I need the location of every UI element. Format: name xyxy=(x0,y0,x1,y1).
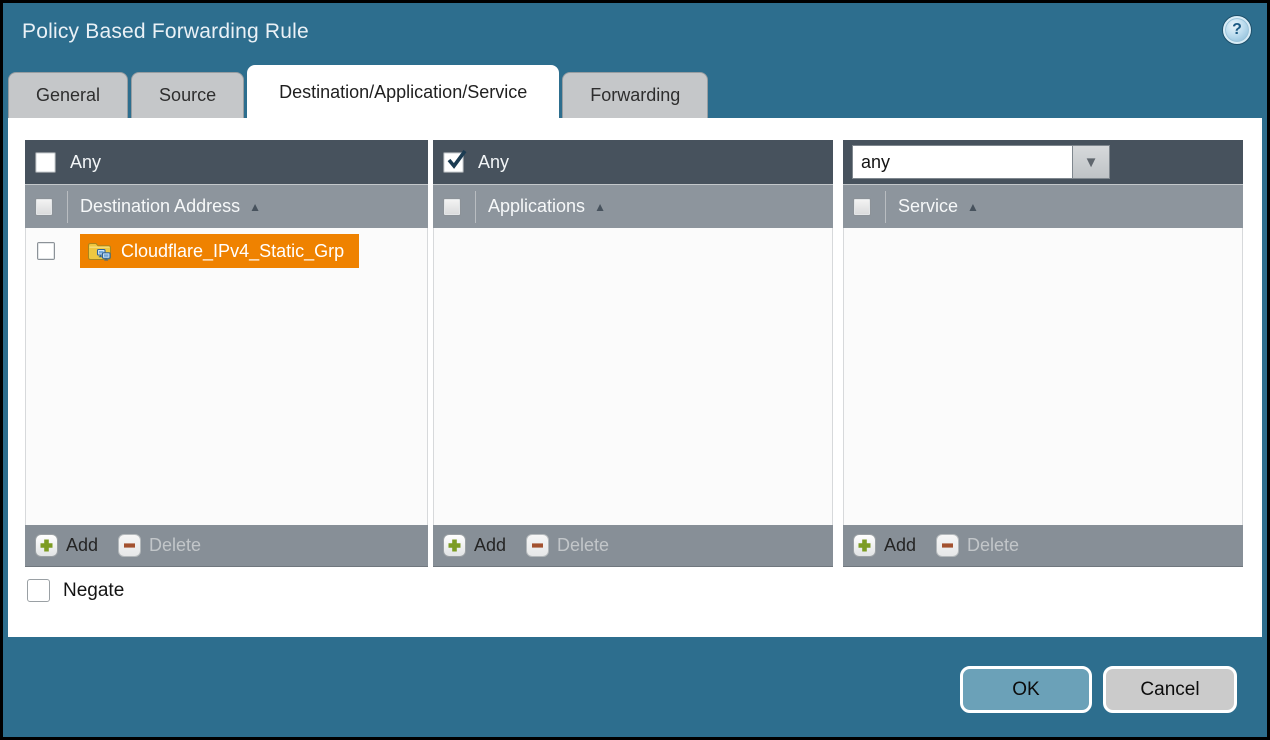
policy-based-forwarding-dialog: Policy Based Forwarding Rule ? General S… xyxy=(3,3,1267,737)
negate-option: Negate xyxy=(27,579,124,602)
applications-column-header: Applications ▲ xyxy=(433,184,833,228)
plus-icon xyxy=(35,534,58,557)
service-add-button[interactable]: Add xyxy=(853,534,916,557)
applications-header-label[interactable]: Applications xyxy=(488,196,585,217)
minus-icon xyxy=(936,534,959,557)
dropdown-arrow-glyph: ▼ xyxy=(1084,154,1099,171)
ok-button[interactable]: OK xyxy=(960,666,1092,713)
tab-forwarding[interactable]: Forwarding xyxy=(562,72,708,118)
delete-label: Delete xyxy=(967,535,1019,556)
applications-add-button[interactable]: Add xyxy=(443,534,506,557)
cancel-button[interactable]: Cancel xyxy=(1103,666,1237,713)
row-checkbox[interactable] xyxy=(37,242,55,260)
applications-list xyxy=(433,228,833,525)
destination-address-label: Cloudflare_IPv4_Static_Grp xyxy=(121,241,344,262)
sort-ascending-icon[interactable]: ▲ xyxy=(249,200,261,214)
applications-select-all-checkbox[interactable] xyxy=(443,198,461,216)
destination-any-checkbox[interactable] xyxy=(35,152,56,173)
service-toolbar: Add Delete xyxy=(843,525,1243,567)
sort-ascending-icon[interactable]: ▲ xyxy=(967,200,979,214)
destination-header-label[interactable]: Destination Address xyxy=(80,196,240,217)
tab-general[interactable]: General xyxy=(8,72,128,118)
help-icon[interactable]: ? xyxy=(1223,16,1251,44)
add-label: Add xyxy=(66,535,98,556)
service-dropdown-value[interactable]: any xyxy=(852,145,1073,179)
help-glyph: ? xyxy=(1232,21,1242,39)
plus-icon xyxy=(443,534,466,557)
minus-icon xyxy=(118,534,141,557)
sort-ascending-icon[interactable]: ▲ xyxy=(594,200,606,214)
destination-any-bar: Any xyxy=(25,140,428,184)
destination-add-button[interactable]: Add xyxy=(35,534,98,557)
service-select-all-checkbox[interactable] xyxy=(853,198,871,216)
applications-delete-button[interactable]: Delete xyxy=(526,534,609,557)
minus-icon xyxy=(526,534,549,557)
address-group-icon xyxy=(87,240,112,262)
service-column-header: Service ▲ xyxy=(843,184,1243,228)
header-separator xyxy=(885,191,886,223)
service-header-label[interactable]: Service xyxy=(898,196,958,217)
tab-general-label: General xyxy=(36,85,100,106)
tab-content-panel: Any Destination Address ▲ xyxy=(8,118,1262,637)
tab-destination-application-service[interactable]: Destination/Application/Service xyxy=(247,65,559,118)
add-label: Add xyxy=(884,535,916,556)
negate-label: Negate xyxy=(63,580,124,602)
checkmark-icon xyxy=(445,148,469,172)
applications-any-bar: Any xyxy=(433,140,833,184)
delete-label: Delete xyxy=(557,535,609,556)
destination-list: Cloudflare_IPv4_Static_Grp xyxy=(25,228,428,525)
applications-any-label: Any xyxy=(478,152,509,173)
table-row: Cloudflare_IPv4_Static_Grp xyxy=(26,234,427,268)
header-separator xyxy=(475,191,476,223)
destination-column-header: Destination Address ▲ xyxy=(25,184,428,228)
service-list xyxy=(843,228,1243,525)
delete-label: Delete xyxy=(149,535,201,556)
destination-any-label: Any xyxy=(70,152,101,173)
tab-forwarding-label: Forwarding xyxy=(590,85,680,106)
destination-toolbar: Add Delete xyxy=(25,525,428,567)
tab-source-label: Source xyxy=(159,85,216,106)
destination-address-section: Any Destination Address ▲ xyxy=(25,140,428,567)
chevron-down-icon[interactable]: ▼ xyxy=(1073,145,1110,179)
destination-select-all-checkbox[interactable] xyxy=(35,198,53,216)
destination-delete-button[interactable]: Delete xyxy=(118,534,201,557)
header-separator xyxy=(67,191,68,223)
service-dropdown-bar: any ▼ xyxy=(843,140,1243,184)
applications-toolbar: Add Delete xyxy=(433,525,833,567)
service-mode-dropdown[interactable]: any ▼ xyxy=(852,145,1110,179)
service-delete-button[interactable]: Delete xyxy=(936,534,1019,557)
applications-section: Any Applications ▲ Add xyxy=(433,140,833,567)
tab-destination-label: Destination/Application/Service xyxy=(279,82,527,103)
ok-button-label: OK xyxy=(1012,679,1039,701)
tab-source[interactable]: Source xyxy=(131,72,244,118)
destination-address-item[interactable]: Cloudflare_IPv4_Static_Grp xyxy=(80,234,359,268)
add-label: Add xyxy=(474,535,506,556)
service-section: any ▼ Service ▲ Add xyxy=(843,140,1243,567)
tab-bar: General Source Destination/Application/S… xyxy=(8,65,708,118)
applications-any-checkbox[interactable] xyxy=(443,152,464,173)
dialog-title: Policy Based Forwarding Rule xyxy=(22,20,309,44)
negate-checkbox[interactable] xyxy=(27,579,50,602)
cancel-button-label: Cancel xyxy=(1140,679,1199,701)
plus-icon xyxy=(853,534,876,557)
